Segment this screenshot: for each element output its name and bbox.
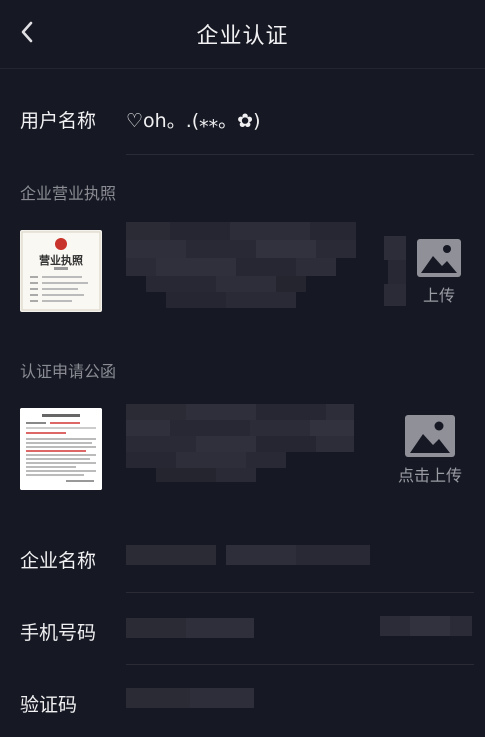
license-document-image: 营业执照 [21, 231, 101, 311]
company-name-input[interactable] [126, 543, 372, 567]
divider [126, 154, 474, 155]
license-upload-button[interactable]: 上传 [408, 238, 470, 306]
username-label: 用户名称 [20, 110, 97, 132]
image-upload-icon [405, 415, 455, 457]
letter-section-label: 认证申请公函 [20, 362, 117, 381]
username-value: ♡oh。.(⁎⁎。✿) [126, 110, 261, 132]
phone-label: 手机号码 [20, 622, 97, 644]
license-thumbnail[interactable]: 营业执照 [20, 230, 102, 312]
get-code-button[interactable] [380, 610, 472, 640]
redacted-license-info [126, 222, 356, 308]
license-thumb-title: 营业执照 [39, 253, 83, 267]
company-name-label: 企业名称 [20, 550, 97, 572]
divider [126, 664, 474, 665]
letter-thumbnail[interactable] [20, 408, 102, 490]
verification-code-input[interactable] [126, 682, 256, 712]
image-upload-icon [417, 239, 461, 277]
verification-code-label: 验证码 [20, 694, 78, 716]
license-upload-label: 上传 [422, 286, 455, 305]
letter-upload-label: 点击上传 [397, 466, 462, 485]
letter-upload-button[interactable]: 点击上传 [392, 414, 468, 486]
divider [126, 592, 474, 593]
top-bar: 企业认证 [0, 0, 485, 69]
redacted-letter-info [126, 404, 354, 482]
letter-document-image [20, 408, 102, 490]
page-title: 企业认证 [196, 24, 289, 49]
license-section-label: 企业营业执照 [20, 184, 117, 203]
phone-input[interactable] [126, 614, 256, 640]
redacted-fragment [384, 236, 406, 306]
